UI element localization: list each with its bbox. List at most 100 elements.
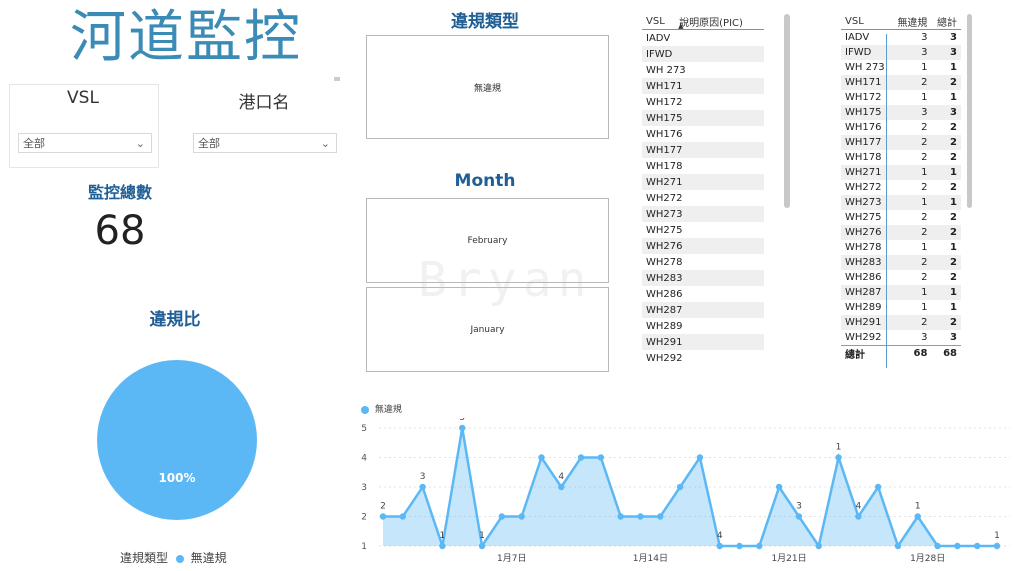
table-row[interactable]: WH177 2 2 xyxy=(841,135,961,150)
cell-vsl: WH175 xyxy=(841,105,892,120)
table-row[interactable]: WH289 xyxy=(642,318,764,334)
cell-no-violation: 2 xyxy=(891,135,932,150)
ratio-pie-chart xyxy=(97,360,257,520)
total-label: 總計 xyxy=(841,345,892,361)
table-row[interactable]: WH289 1 1 xyxy=(841,300,961,315)
ratio-title: 違規比 xyxy=(149,310,201,330)
table-row[interactable]: WH 273 1 1 xyxy=(841,60,961,75)
table-row[interactable]: WH287 1 1 xyxy=(841,285,961,300)
table-row[interactable]: WH287 xyxy=(642,302,764,318)
data-point xyxy=(736,542,743,550)
cell-total: 3 xyxy=(931,45,961,60)
table-row[interactable]: WH278 1 1 xyxy=(841,240,961,255)
table-row[interactable]: WH271 xyxy=(642,174,764,190)
data-label: 3 xyxy=(796,502,802,512)
month-title: Month xyxy=(454,171,516,191)
data-point xyxy=(657,513,664,520)
small-handle xyxy=(334,77,340,81)
cell-no-violation: 2 xyxy=(921,272,928,283)
table2-scrollbar[interactable] xyxy=(967,14,972,208)
table-row[interactable]: WH 273 xyxy=(642,62,764,78)
cell-no-violation: 1 xyxy=(921,62,928,73)
table-row[interactable]: WH283 xyxy=(642,270,764,286)
cell-total: 1 xyxy=(931,285,961,300)
vsl-summary-table: VSL 無違規 總計 IADV 3 3 IFWD 3 3 WH 273 1 1 WH171 2 2 WH… xyxy=(841,13,961,375)
cell-total: 1 xyxy=(950,302,957,313)
data-point xyxy=(518,513,525,520)
cell-vsl: WH291 xyxy=(841,315,892,330)
table-row[interactable]: WH286 2 2 xyxy=(841,270,961,285)
table-total-row: 總計 68 68 xyxy=(841,345,961,361)
column-header-vsl[interactable]: VSL xyxy=(841,13,892,30)
column-header-label: 說明原因(PIC) xyxy=(679,17,743,29)
cell-vsl: WH272 xyxy=(646,192,683,204)
table-row[interactable]: WH172 xyxy=(642,94,764,110)
data-point xyxy=(756,542,763,550)
table-row[interactable]: WH292 3 3 xyxy=(841,330,961,346)
cell-vsl: WH 273 xyxy=(845,62,885,73)
table-row[interactable]: WH272 xyxy=(642,190,764,206)
data-point xyxy=(617,513,624,520)
column-header-vsl[interactable]: VSL xyxy=(642,13,676,30)
data-label: 1 xyxy=(440,531,446,541)
table-row[interactable]: WH178 2 2 xyxy=(841,150,961,165)
cell-vsl: WH271 xyxy=(841,165,892,180)
table1-scrollbar[interactable] xyxy=(784,14,790,208)
table-row[interactable]: WH177 xyxy=(642,142,764,158)
cell-no-violation: 3 xyxy=(891,45,932,60)
table-row[interactable]: WH291 xyxy=(642,334,764,350)
table-row[interactable]: WH176 2 2 xyxy=(841,120,961,135)
port-dropdown[interactable]: 全部 ⌄ xyxy=(193,133,337,153)
chart-legend-item[interactable]: 無違規 xyxy=(375,405,402,415)
kpi-label: 監控總數 xyxy=(87,183,152,202)
table-row[interactable]: WH278 xyxy=(642,254,764,270)
table-row[interactable]: WH175 xyxy=(642,110,764,126)
table-row[interactable]: WH273 xyxy=(642,206,764,222)
pie-slice-no-violation xyxy=(97,360,257,520)
table-row[interactable]: WH172 1 1 xyxy=(841,90,961,105)
table-row[interactable]: WH178 xyxy=(642,158,764,174)
vsl-dropdown[interactable]: 全部 ⌄ xyxy=(18,133,152,153)
month-card-february[interactable]: February xyxy=(366,198,609,283)
cell-total: 2 xyxy=(931,135,961,150)
table-row[interactable]: WH273 1 1 xyxy=(841,195,961,210)
violation-type-card[interactable]: 無違規 xyxy=(366,35,609,139)
table-row[interactable]: WH275 xyxy=(642,222,764,238)
cell-vsl: WH291 xyxy=(642,334,764,350)
cell-no-violation: 1 xyxy=(921,242,928,253)
legend-item[interactable]: 無違規 xyxy=(191,551,227,565)
table-row[interactable]: WH175 3 3 xyxy=(841,105,961,120)
table-row[interactable]: IADV xyxy=(642,30,764,47)
column-header-total[interactable]: 總計 xyxy=(931,13,961,30)
column-header-reason[interactable]: 說明原因(PIC) ▲ xyxy=(675,13,764,30)
cell-total: 1 xyxy=(950,62,957,73)
data-point xyxy=(577,454,585,461)
column-header-no-violation[interactable]: 無違規 xyxy=(891,13,932,30)
table-row[interactable]: WH271 1 1 xyxy=(841,165,961,180)
cell-vsl: WH171 xyxy=(642,78,764,94)
cell-total: 3 xyxy=(950,332,957,343)
table-row[interactable]: WH272 2 2 xyxy=(841,180,961,195)
month-card-january[interactable]: January xyxy=(366,287,609,372)
table-row[interactable]: IADV 3 3 xyxy=(841,30,961,46)
table-row[interactable]: IFWD xyxy=(642,46,764,62)
table-row[interactable]: WH176 xyxy=(642,126,764,142)
data-point xyxy=(498,513,506,520)
table-row[interactable]: WH275 2 2 xyxy=(841,210,961,225)
cell-no-violation: 2 xyxy=(891,75,932,90)
table-row[interactable]: WH276 2 2 xyxy=(841,225,961,240)
cell-vsl: WH289 xyxy=(646,320,683,332)
cell-total: 2 xyxy=(931,75,961,90)
data-point xyxy=(716,542,723,550)
y-tick-label: 2 xyxy=(361,513,367,523)
table-row[interactable]: WH276 xyxy=(642,238,764,254)
table-row[interactable]: WH171 2 2 xyxy=(841,75,961,90)
table-row[interactable]: WH286 xyxy=(642,286,764,302)
table-row[interactable]: WH283 2 2 xyxy=(841,255,961,270)
data-label: 4 xyxy=(717,531,723,541)
table-row[interactable]: WH171 xyxy=(642,78,764,94)
table-row[interactable]: WH292 xyxy=(642,350,764,366)
table-row[interactable]: IFWD 3 3 xyxy=(841,45,961,60)
table-row[interactable]: WH291 2 2 xyxy=(841,315,961,330)
cell-vsl: WH176 xyxy=(845,122,882,133)
